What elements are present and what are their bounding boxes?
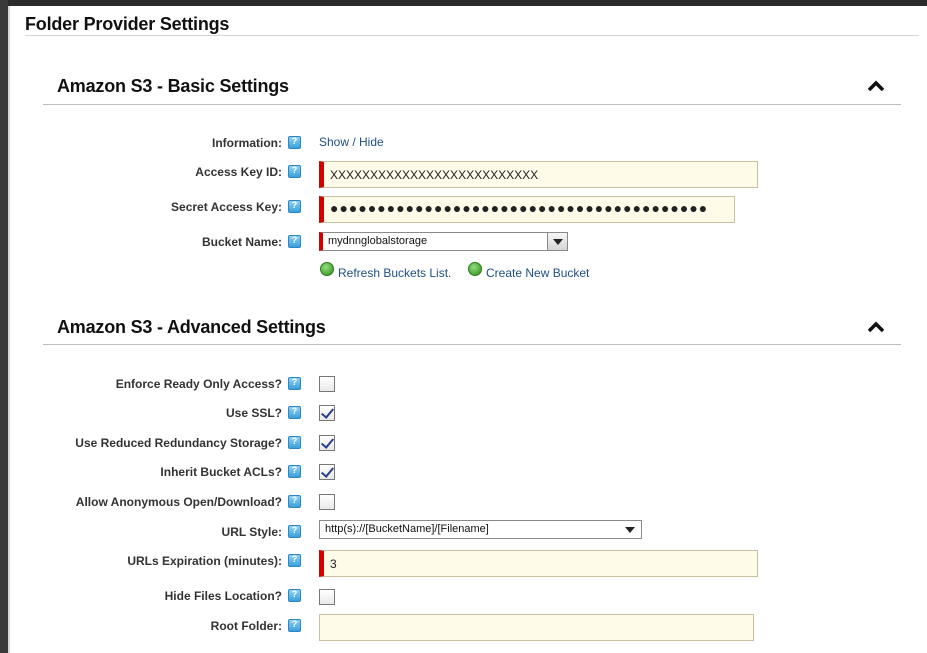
reduced-redundancy-checkbox[interactable] [319, 435, 335, 451]
anonymous-download-checkbox[interactable] [319, 494, 335, 510]
page-title: Folder Provider Settings [25, 14, 230, 34]
dropdown-arrow-icon[interactable] [547, 233, 567, 250]
help-icon[interactable] [288, 136, 301, 149]
anonymous-download-label: Allow Anonymous Open/Download? [75, 495, 282, 509]
access-key-input[interactable]: XXXXXXXXXXXXXXXXXXXXXXXXXX [319, 161, 758, 188]
help-icon[interactable] [288, 200, 301, 213]
bucket-name-label: Bucket Name: [201, 235, 282, 249]
root-folder-input[interactable] [319, 614, 754, 641]
enforce-readonly-checkbox[interactable] [319, 376, 335, 392]
help-icon[interactable] [288, 465, 301, 478]
advanced-settings-heading[interactable]: Amazon S3 - Advanced Settings [57, 317, 326, 338]
hide-files-location-checkbox[interactable] [319, 589, 335, 605]
help-icon[interactable] [288, 495, 301, 508]
add-icon[interactable] [468, 262, 482, 276]
advanced-section-divider [43, 344, 901, 345]
url-expiration-label: URLs Expiration (minutes): [127, 554, 282, 568]
help-icon[interactable] [288, 235, 301, 248]
url-expiration-input[interactable]: 3 [319, 550, 758, 577]
url-style-select[interactable]: http(s)://[BucketName]/[Filename] [319, 520, 642, 539]
root-folder-label: Root Folder: [210, 619, 282, 633]
hide-files-location-label: Hide Files Location? [164, 589, 282, 603]
help-icon[interactable] [288, 554, 301, 567]
use-ssl-label: Use SSL? [225, 406, 282, 420]
help-icon[interactable] [288, 377, 301, 390]
url-style-value: http(s)://[BucketName]/[Filename] [325, 523, 489, 535]
show-hide-link[interactable]: Show / Hide [319, 135, 384, 149]
help-icon[interactable] [288, 525, 301, 538]
url-style-label: URL Style: [221, 525, 282, 539]
basic-section-divider [43, 104, 901, 105]
bucket-name-value: mydnnglobalstorage [328, 235, 428, 247]
reduced-redundancy-label: Use Reduced Redundancy Storage? [75, 436, 282, 450]
help-icon[interactable] [288, 165, 301, 178]
help-icon[interactable] [288, 406, 301, 419]
secret-key-input[interactable]: ●●●●●●●●●●●●●●●●●●●●●●●●●●●●●●●●●●●●●●●● [319, 196, 735, 223]
secret-key-label: Secret Access Key: [171, 200, 282, 214]
information-label: Information: [212, 136, 282, 150]
inherit-acls-checkbox[interactable] [319, 464, 335, 480]
title-divider [25, 35, 919, 36]
help-icon[interactable] [288, 589, 301, 602]
use-ssl-checkbox[interactable] [319, 405, 335, 421]
collapse-basic-icon[interactable] [866, 79, 886, 93]
refresh-buckets-link[interactable]: Refresh Buckets List. [338, 266, 451, 280]
create-bucket-link[interactable]: Create New Bucket [486, 266, 589, 280]
access-key-label: Access Key ID: [195, 165, 282, 179]
refresh-icon[interactable] [320, 262, 334, 276]
help-icon[interactable] [288, 436, 301, 449]
basic-settings-heading[interactable]: Amazon S3 - Basic Settings [57, 76, 289, 97]
enforce-readonly-label: Enforce Ready Only Access? [115, 377, 282, 391]
inherit-acls-label: Inherit Bucket ACLs? [160, 465, 282, 479]
help-icon[interactable] [288, 619, 301, 632]
collapse-advanced-icon[interactable] [866, 320, 886, 334]
bucket-name-select[interactable]: mydnnglobalstorage [319, 232, 568, 251]
window-top-bar [0, 0, 927, 6]
